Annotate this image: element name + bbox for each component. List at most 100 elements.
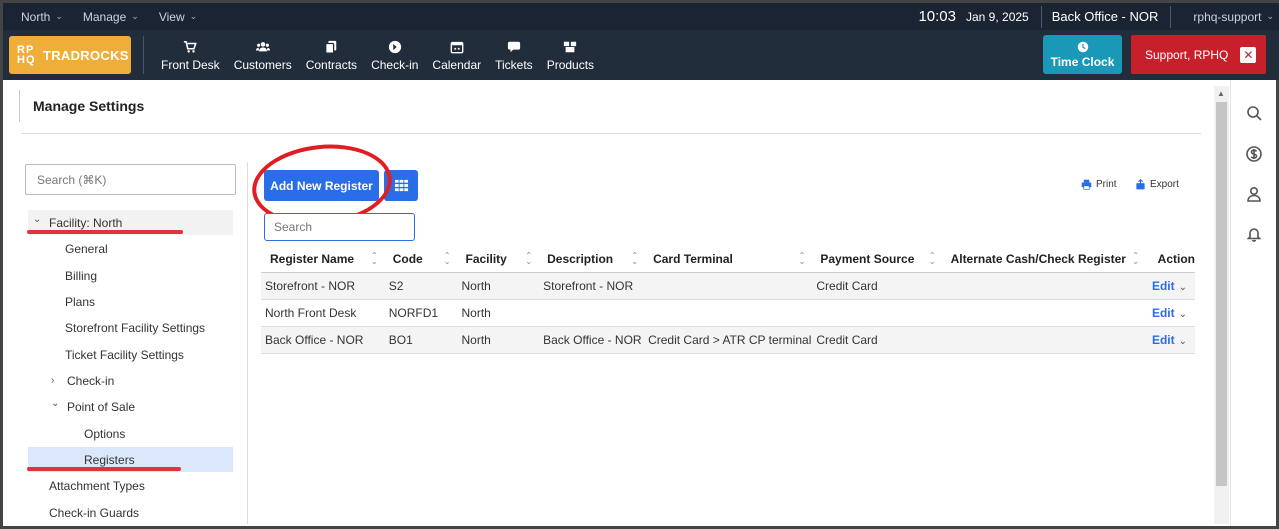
sidebar-item-storefront-facility-settings[interactable]: Storefront Facility Settings — [28, 315, 233, 340]
sidebar-item-label: Attachment Types — [49, 478, 145, 493]
sidebar-item-label: Facility: North — [49, 215, 123, 230]
sidebar-item-label: Plans — [65, 294, 96, 309]
cell-name: Back Office - NOR — [261, 326, 384, 354]
edit-button[interactable]: Edit ⌄ — [1145, 272, 1195, 300]
column-header[interactable]: Payment Source ⌃ ⌄ — [811, 246, 942, 273]
chat-icon — [507, 39, 521, 55]
cell-alternate — [941, 326, 1145, 354]
logo[interactable]: RP HQ TRADROCKS — [9, 36, 131, 74]
sidebar-item-label: Check-in Guards — [49, 505, 140, 520]
clock-icon — [1077, 41, 1089, 53]
menu-view[interactable]: View ⌄ — [159, 10, 197, 24]
nav-customers[interactable]: Customers — [227, 39, 299, 72]
cell-alternate — [941, 299, 1145, 327]
clock-date: Jan 9, 2025 — [966, 9, 1029, 24]
chevron-down-icon: ⌄ — [189, 11, 198, 21]
edit-button[interactable]: Edit ⌄ — [1145, 326, 1195, 354]
sidebar-item-ticket-facility-settings[interactable]: Ticket Facility Settings — [28, 342, 233, 367]
cell-card-terminal — [644, 272, 812, 300]
chevron-right-icon[interactable]: › — [51, 375, 67, 386]
chevron-down-icon[interactable]: ⌄ — [1179, 336, 1187, 347]
registers-table: Register Name ⌃ ⌄ Code ⌃ ⌄ Facility ⌃ ⌄ Descripti… — [261, 246, 1195, 354]
sort-icon[interactable]: ⌃ ⌄ — [929, 252, 936, 266]
column-header[interactable]: Code ⌃ ⌄ — [383, 246, 457, 273]
chevron-down-icon[interactable]: ⌄ — [33, 214, 49, 225]
column-header[interactable]: Card Terminal ⌃ ⌄ — [644, 246, 812, 273]
column-header[interactable]: Action — [1145, 246, 1195, 273]
nav-front-desk[interactable]: Front Desk — [154, 39, 227, 72]
cell-card-terminal — [644, 299, 812, 327]
nav-contracts[interactable]: Contracts — [299, 39, 364, 72]
user-menu[interactable]: rphq-support ⌄ — [1171, 10, 1279, 24]
user-icon[interactable] — [1245, 185, 1263, 203]
column-header[interactable]: Facility ⌃ ⌄ — [456, 246, 539, 273]
cell-name: North Front Desk — [261, 299, 384, 327]
sidebar-item-options[interactable]: Options — [28, 421, 233, 446]
column-picker-button[interactable] — [384, 170, 418, 201]
print-button[interactable]: Print — [1081, 179, 1117, 190]
column-header[interactable]: Alternate Cash/Check Register ⌃ ⌄ — [941, 246, 1145, 273]
time-clock-button[interactable]: Time Clock — [1043, 35, 1122, 74]
menu-north[interactable]: North ⌄ — [21, 10, 63, 24]
sidebar-item-plans[interactable]: Plans — [28, 289, 233, 314]
divider — [21, 133, 1201, 134]
sort-icon[interactable]: ⌃ ⌄ — [525, 252, 532, 266]
main-nav: RP HQ TRADROCKS Front Desk Customers Cont… — [3, 30, 1279, 80]
sort-icon[interactable]: ⌃ ⌄ — [1132, 252, 1139, 266]
support-button[interactable]: Support, RPHQ ✕ — [1131, 35, 1266, 74]
sidebar-item-check-in-guards[interactable]: Check-in Guards — [28, 500, 233, 525]
page-title: Manage Settings — [33, 98, 145, 114]
bell-icon[interactable] — [1245, 225, 1263, 243]
scrollbar[interactable]: ▲ — [1214, 86, 1229, 524]
contracts-icon — [324, 39, 338, 55]
top-bar-status: 10:03 Jan 9, 2025 Back Office - NOR rphq… — [918, 3, 1279, 30]
menu-manage[interactable]: Manage ⌄ — [83, 10, 139, 24]
sidebar-item-general[interactable]: General — [28, 236, 233, 261]
register-search-input[interactable] — [264, 213, 415, 241]
chevron-down-icon[interactable]: ⌄ — [1179, 282, 1187, 293]
clock-time: 10:03 — [918, 8, 956, 25]
sort-icon[interactable]: ⌃ ⌄ — [371, 252, 378, 266]
column-header[interactable]: Register Name ⌃ ⌄ — [261, 246, 384, 273]
logo-mark: RP HQ — [17, 44, 36, 66]
chevron-down-icon: ⌄ — [55, 11, 63, 21]
column-header[interactable]: Description ⌃ ⌄ — [538, 246, 645, 273]
sidebar-item-point-of-sale[interactable]: ⌄ Point of Sale — [28, 394, 233, 419]
chevron-down-icon[interactable]: ⌄ — [51, 398, 67, 409]
cell-code: NORFD1 — [383, 299, 457, 327]
sidebar-item-check-in[interactable]: › Check-in — [28, 368, 233, 393]
cart-icon — [183, 39, 198, 55]
edit-button[interactable]: Edit ⌄ — [1145, 299, 1195, 327]
cell-alternate — [941, 272, 1145, 300]
scrollbar-thumb[interactable] — [1216, 102, 1227, 486]
chevron-down-icon[interactable]: ⌄ — [1179, 309, 1187, 320]
cell-facility: North — [456, 272, 539, 300]
close-icon[interactable]: ✕ — [1240, 46, 1257, 63]
chevron-down-icon: ⌄ — [131, 11, 139, 21]
sidebar-item-label: Billing — [65, 268, 98, 283]
table-row: Back Office - NOR BO1 North Back Office - N… — [261, 326, 1195, 354]
sidebar-search-input[interactable]: Search (⌘K) — [25, 164, 236, 195]
scroll-up-icon[interactable]: ▲ — [1217, 89, 1225, 98]
nav-calendar[interactable]: Calendar — [425, 39, 488, 72]
add-new-register-button[interactable]: Add New Register — [264, 170, 379, 201]
sidebar-item-billing[interactable]: Billing — [28, 263, 233, 288]
nav-tickets[interactable]: Tickets — [488, 39, 540, 72]
sidebar-item-label: Check-in — [67, 373, 115, 388]
export-button[interactable]: Export — [1135, 179, 1179, 190]
nav-check-in[interactable]: Check-in — [364, 39, 425, 72]
sort-icon[interactable]: ⌃ ⌄ — [444, 252, 451, 266]
search-icon[interactable] — [1245, 104, 1263, 122]
sort-icon[interactable]: ⌃ ⌄ — [631, 252, 638, 266]
chevron-down-icon: ⌄ — [1266, 11, 1274, 21]
sidebar-item-attachment-types[interactable]: Attachment Types — [28, 473, 233, 498]
export-icon — [1136, 179, 1145, 190]
cell-card-terminal: Credit Card > ATR CP terminal — [644, 326, 812, 354]
nav-products[interactable]: Products — [540, 39, 601, 72]
sort-icon[interactable]: ⌃ ⌄ — [799, 252, 806, 266]
current-register[interactable]: Back Office - NOR — [1042, 9, 1171, 24]
annotation-underline — [27, 230, 183, 234]
divider — [143, 36, 144, 74]
dollar-icon[interactable] — [1245, 145, 1263, 163]
sidebar-item-label: Options — [84, 426, 126, 441]
